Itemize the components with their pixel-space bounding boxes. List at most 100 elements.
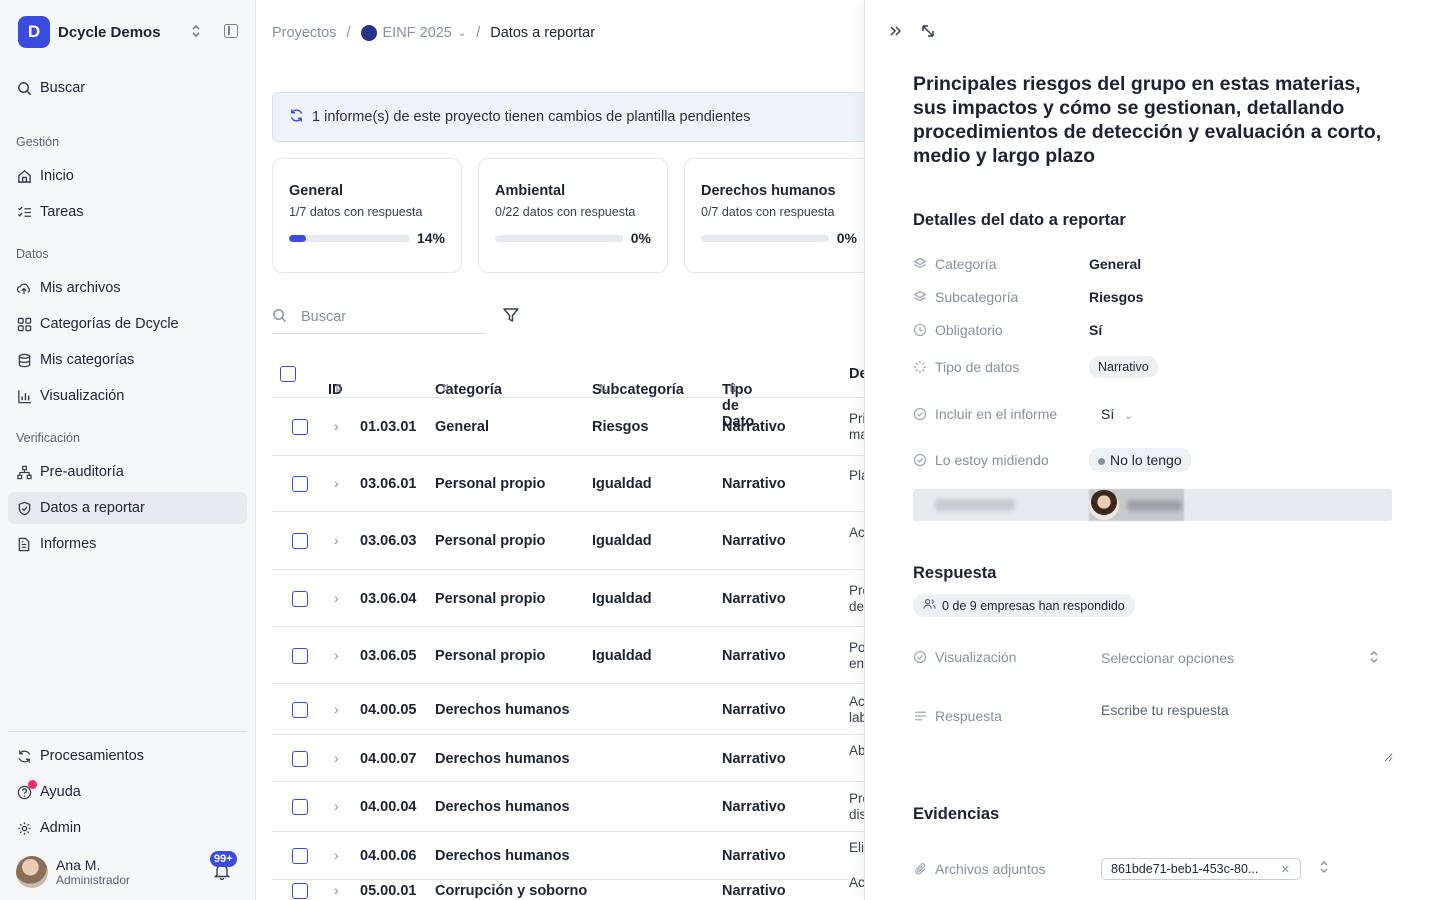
sidebar-item-categorias-dcycle[interactable]: Categorías de Dcycle [8,308,247,340]
sidebar-search[interactable]: Buscar [8,72,247,104]
workspace-switcher[interactable]: D Dcycle Demos [18,16,242,48]
sidebar-item-label: Tareas [40,204,84,220]
visualizacion-select[interactable]: Seleccionar opciones [1101,646,1391,670]
table-row[interactable]: › 03.06.04 Personal propio Igualdad Narrativ… [272,570,865,627]
progress-card-general[interactable]: General 1/7 datos con respuesta 14% [272,158,462,273]
chevron-right-icon[interactable]: › [334,590,339,606]
sidebar-item-visualizacion[interactable]: Visualización [8,380,247,412]
help-notification-dot [28,780,37,789]
table-row[interactable]: › 04.00.06 Derechos humanos Narrativo Eli [272,832,864,880]
table-row[interactable]: › 04.00.05 Derechos humanos Narrativo Ac lab [272,684,865,735]
chevron-right-icon[interactable]: › [334,701,339,717]
breadcrumb-proyectos[interactable]: Proyectos [272,25,336,41]
table-row[interactable]: › 04.00.07 Derechos humanos Narrativo Ab [272,735,865,782]
chevron-right-icon[interactable]: › [334,418,339,434]
sidebar-item-mis-archivos[interactable]: Mis archivos [8,272,247,304]
row-tipo: Narrativo [722,419,786,435]
sidebar-item-label: Admin [40,820,82,836]
sidebar-item-label: Pre-auditoría [40,464,124,480]
sidebar-item-tareas[interactable]: Tareas [8,196,247,228]
sidebar-item-label: Categorías de Dcycle [40,316,179,332]
chevron-up-down-icon[interactable] [1319,860,1329,877]
check-circle-icon [913,453,927,467]
home-icon [16,168,32,184]
field-incluir-informe: Incluir en el informe Sí ⌄ [913,400,1391,428]
breadcrumb-project[interactable]: EINF 2025 [383,25,452,41]
row-id: 05.00.01 [360,883,417,899]
incluir-informe-select[interactable]: Sí ⌄ [1089,406,1133,422]
sidebar-item-informes[interactable]: Informes [8,528,247,560]
row-checkbox[interactable] [292,799,308,815]
sidebar-item-procesamientos[interactable]: Procesamientos [8,740,247,772]
chevron-up-down-icon [1369,650,1379,667]
progress-card-ambiental[interactable]: Ambiental 0/22 datos con respuesta 0% [478,158,668,273]
details-heading: Detalles del dato a reportar [913,211,1126,229]
sidebar-divider [8,731,247,732]
layers-icon [913,257,927,271]
chevron-up-down-icon[interactable] [190,24,202,41]
sidebar-item-datos-a-reportar[interactable]: Datos a reportar [8,492,247,524]
row-tipo: Narrativo [722,533,786,549]
progress-bar [289,235,410,242]
search-input[interactable] [301,308,471,325]
row-checkbox[interactable] [292,648,308,664]
row-subcategoria: Riesgos [592,419,649,435]
chevron-right-icon[interactable]: › [334,647,339,663]
table-row[interactable]: › 03.06.05 Personal propio Igualdad Narrativ… [272,627,865,684]
chevron-right-icon[interactable]: › [334,532,339,548]
card-subtitle: 0/7 datos con respuesta [701,205,835,219]
collapse-panel-icon[interactable] [889,24,903,43]
midiendo-status-pill[interactable]: No lo tengo [1089,448,1191,472]
close-icon[interactable]: ✕ [1281,863,1290,876]
card-percent: 0% [630,230,651,246]
row-checkbox[interactable] [292,883,308,899]
row-subcategoria: Igualdad [592,533,652,549]
sidebar-item-label: Ayuda [40,784,81,800]
chevron-right-icon[interactable]: › [334,798,339,814]
row-descripcion: Eli [849,840,865,855]
filter-icon[interactable] [502,306,520,327]
table-row[interactable]: › 05.00.01 Corrupción y soborno Narrativo Ac [272,875,865,900]
chevron-right-icon[interactable]: › [334,750,339,766]
sidebar-item-admin[interactable]: Admin [8,812,247,844]
chevron-right-icon[interactable]: › [334,882,339,898]
chevron-down-icon[interactable]: ⌄ [458,28,466,39]
row-checkbox[interactable] [292,702,308,718]
select-all-checkbox[interactable] [280,366,296,382]
row-checkbox[interactable] [292,751,308,767]
card-percent: 14% [416,230,445,246]
row-subcategoria: Igualdad [592,476,652,492]
chevron-right-icon[interactable]: › [334,847,339,863]
respuesta-textarea[interactable] [1101,702,1393,762]
paperclip-icon [913,862,927,876]
respuesta-heading: Respuesta [913,564,997,582]
expand-panel-icon[interactable] [921,24,935,43]
shield-check-icon [16,500,32,516]
row-checkbox[interactable] [292,848,308,864]
brand-logo: D [18,16,50,48]
row-id: 04.00.06 [360,848,417,864]
user-profile[interactable]: Ana M. Administrador [16,856,130,888]
row-tipo: Narrativo [722,702,786,718]
file-chip[interactable]: 861bde71-beb1-453c-80... ✕ [1101,858,1301,880]
sidebar-item-pre-auditoria[interactable]: Pre-auditoría [8,456,247,488]
row-tipo: Narrativo [722,799,786,815]
section-datos: Datos [16,247,49,261]
table-row[interactable]: › 04.00.04 Derechos humanos Narrativo Pro di… [272,782,865,832]
card-title: Derechos humanos [701,183,836,199]
sidebar-item-inicio[interactable]: Inicio [8,160,247,192]
table-row[interactable]: › 03.06.03 Personal propio Igualdad Narrativ… [272,512,865,570]
sidebar-item-ayuda[interactable]: Ayuda [8,776,247,808]
chevron-right-icon[interactable]: › [334,475,339,491]
progress-card-derechos-humanos[interactable]: Derechos humanos 0/7 datos con respuesta… [684,158,864,273]
sidebar-collapse-icon[interactable] [224,24,238,38]
sidebar-item-mis-categorias[interactable]: Mis categorías [8,344,247,376]
row-checkbox[interactable] [292,476,308,492]
row-checkbox[interactable] [292,591,308,607]
row-checkbox[interactable] [292,419,308,435]
row-checkbox[interactable] [292,533,308,549]
users-icon [923,598,936,613]
responsable-row-blurred [913,489,1392,521]
table-row[interactable]: › 01.03.01 General Riesgos Narrativo Pri ma [272,398,865,456]
table-row[interactable]: › 03.06.01 Personal propio Igualdad Narrativ… [272,456,865,512]
